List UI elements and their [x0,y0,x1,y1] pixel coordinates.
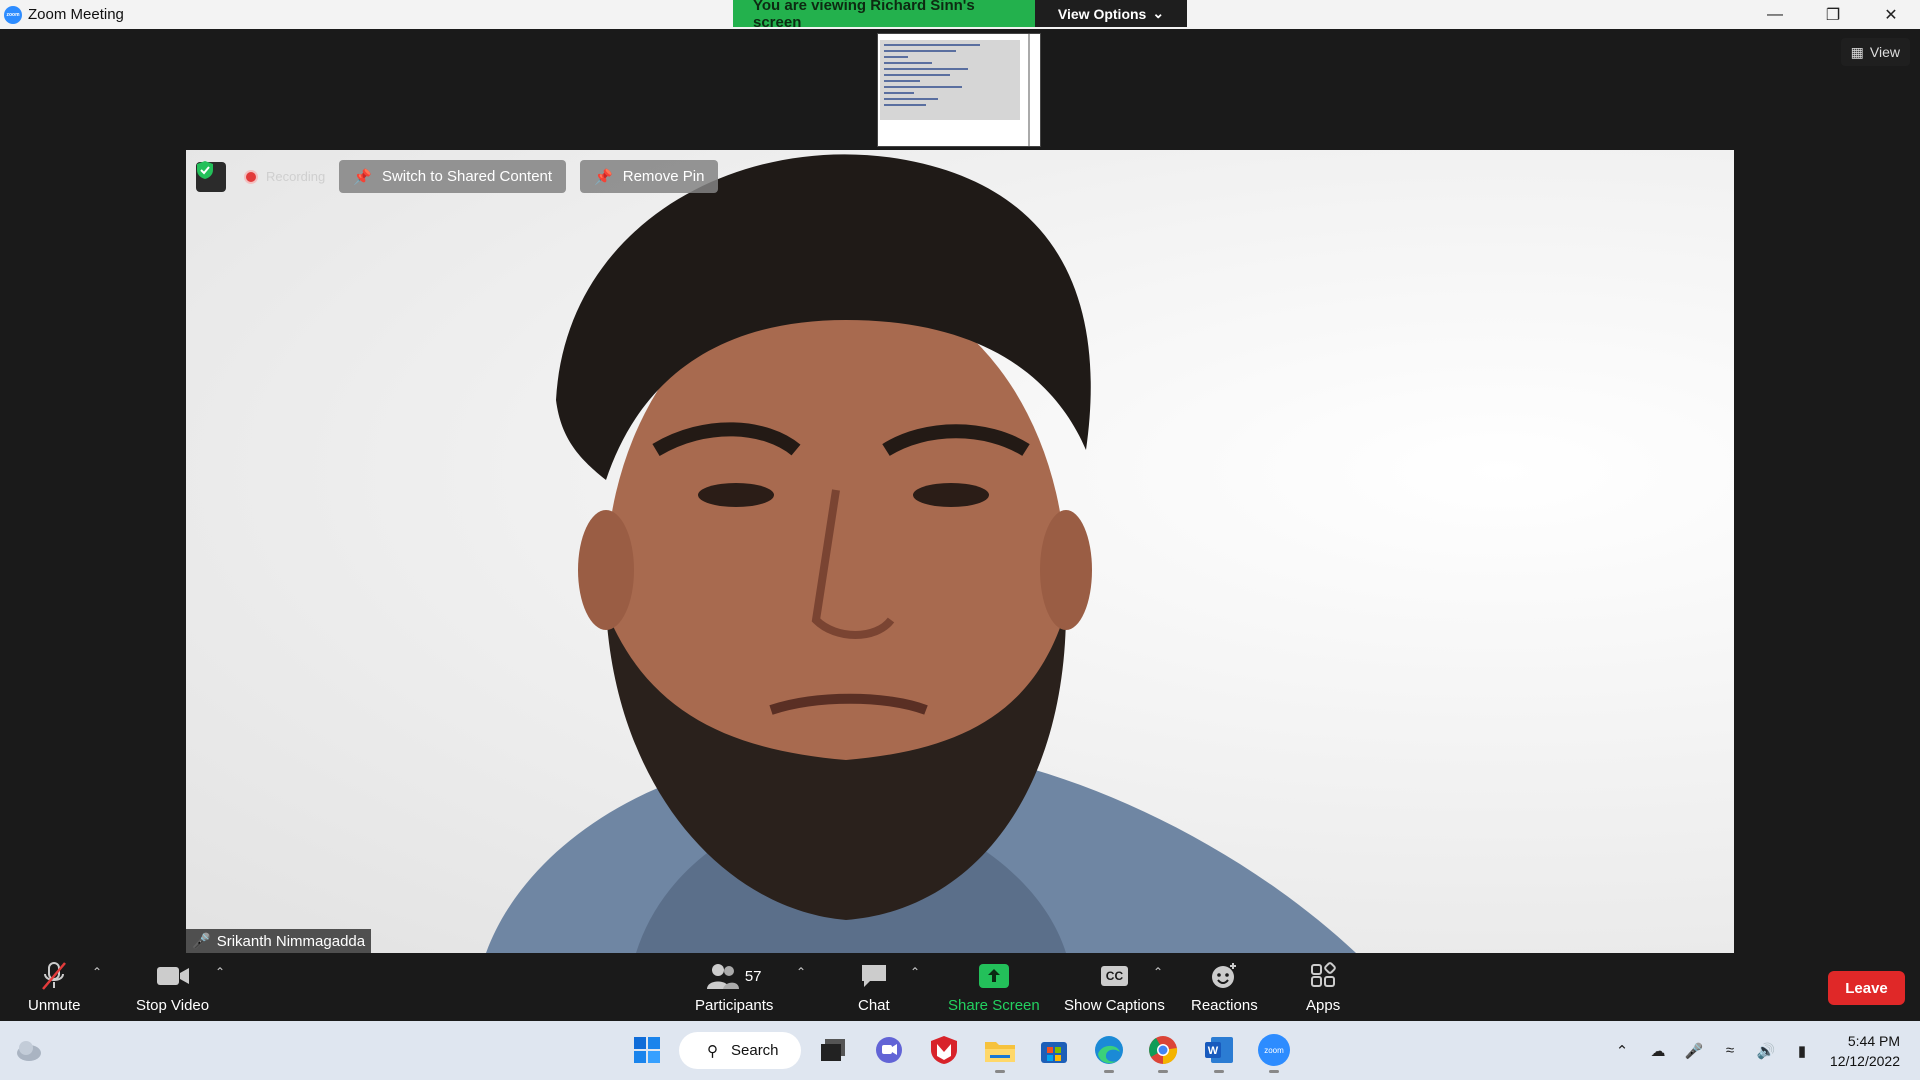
meeting-controls: Unmute ⌃ Stop Video ⌃ 57 Participants ⌃ … [0,953,1920,1021]
windows-taskbar: ⚲ Search W zoom ⌃ ☁ 🎤 ≈ 🔊 ▮ 5:44 PM 12/1… [0,1021,1920,1080]
close-button[interactable]: ✕ [1862,0,1920,29]
audio-options-chevron-icon[interactable]: ⌃ [92,965,102,979]
recording-label: Recording [266,169,326,184]
smiley-plus-icon [1209,959,1239,993]
cc-badge: CC [1100,966,1129,986]
unmute-label: Unmute [28,997,81,1014]
apps-icon [1309,959,1337,993]
thumbnail-scrollbar [1028,34,1030,146]
reactions-label: Reactions [1191,997,1258,1014]
captions-options-chevron-icon[interactable]: ⌃ [1153,965,1163,979]
running-indicator [995,1070,1005,1073]
muted-mic-icon [39,959,69,993]
stop-video-button[interactable]: Stop Video [136,959,209,1014]
view-options-label: View Options [1057,5,1147,22]
recording-dot-icon [244,169,258,184]
grid-view-icon: ▦ [1850,43,1864,60]
zoom-app-icon[interactable]: zoom [1257,1033,1291,1073]
shared-screen-thumbnail[interactable] [877,33,1041,147]
microphone-icon[interactable]: 🎤 [1676,1042,1712,1060]
participants-count: 57 [744,967,762,985]
task-view-icon[interactable] [816,1033,850,1067]
share-screen-icon [978,959,1010,993]
pin-icon: 📌 [353,168,372,186]
chat-button[interactable]: Chat [858,959,890,1014]
running-indicator [1269,1070,1279,1073]
mcafee-shield-icon[interactable] [927,1033,961,1067]
recording-indicator: Recording [244,169,325,184]
reactions-button[interactable]: Reactions [1191,959,1258,1014]
remove-pin-button[interactable]: 📌 Remove Pin [580,160,719,193]
participants-options-chevron-icon[interactable]: ⌃ [796,965,806,979]
svg-text:W: W [1208,1045,1219,1057]
view-options-button[interactable]: View Options ⌄ [1035,0,1187,27]
video-feed-image [486,154,1356,953]
pin-icon: 📌 [594,168,613,186]
minimize-button[interactable]: — [1746,0,1804,29]
search-label: Search [731,1042,779,1059]
windows-start-icon[interactable] [630,1033,664,1067]
battery-icon[interactable]: ▮ [1784,1042,1820,1060]
video-toolbar: Recording 📌 Switch to Shared Content 📌 R… [196,160,719,193]
chevron-down-icon: ⌄ [1152,5,1165,21]
teams-chat-icon[interactable] [872,1033,906,1067]
weather-icon[interactable] [12,1033,46,1067]
apps-label: Apps [1306,997,1341,1014]
stop-video-label: Stop Video [136,997,210,1014]
thumbnail-lines [884,44,1004,110]
video-camera-icon [156,959,190,993]
chat-icon [860,959,888,993]
file-explorer-icon[interactable] [983,1033,1017,1073]
clock-time: 5:44 PM [1847,1032,1900,1049]
running-indicator [1104,1070,1114,1073]
muted-mic-icon: 🎤 [192,933,211,950]
zoom-badge: zoom [1258,1034,1290,1066]
search-icon: ⚲ [707,1042,718,1060]
show-hidden-icons-chevron-icon[interactable]: ⌃ [1604,1042,1640,1060]
leave-button[interactable]: Leave [1828,971,1905,1005]
unmute-button[interactable]: Unmute [28,959,81,1014]
edge-browser-icon[interactable] [1092,1033,1126,1073]
apps-button[interactable]: Apps [1306,959,1340,1014]
show-captions-button[interactable]: CC Show Captions [1064,959,1165,1014]
zoom-logo-icon: zoom [4,5,22,24]
chrome-browser-icon[interactable] [1146,1033,1180,1073]
wifi-icon[interactable]: ≈ [1712,1042,1748,1059]
share-screen-label: Share Screen [948,997,1040,1014]
running-indicator [1158,1070,1168,1073]
show-captions-label: Show Captions [1064,997,1165,1014]
chat-label: Chat [858,997,890,1014]
window-controls: — ❐ ✕ [1746,0,1920,29]
participant-name-tag: 🎤 Srikanth Nimmagadda [186,929,372,953]
running-indicator [1214,1070,1224,1073]
restore-button[interactable]: ❐ [1804,0,1862,29]
viewing-message: You are viewing Richard Sinn's screen [733,0,1035,31]
remove-pin-label: Remove Pin [622,168,705,185]
view-button[interactable]: ▦ View [1840,38,1910,66]
participants-button[interactable]: 57 Participants [695,959,773,1014]
microsoft-store-icon[interactable] [1037,1033,1071,1067]
onedrive-error-icon[interactable]: ☁ [1640,1042,1676,1060]
system-tray: ⌃ ☁ 🎤 ≈ 🔊 ▮ 5:44 PM 12/12/2022 [1604,1021,1920,1080]
participant-name: Srikanth Nimmagadda [216,932,366,950]
video-options-chevron-icon[interactable]: ⌃ [215,965,225,979]
viewing-banner: You are viewing Richard Sinn's screen Vi… [733,0,1187,31]
share-screen-button[interactable]: Share Screen [948,959,1040,1014]
taskbar-search-box[interactable]: ⚲ Search [679,1032,801,1069]
participants-label: Participants [695,997,774,1014]
chat-options-chevron-icon[interactable]: ⌃ [910,965,920,979]
view-label: View [1869,44,1900,60]
clock[interactable]: 5:44 PM 12/12/2022 [1820,1031,1920,1071]
security-shield-icon[interactable] [196,161,226,192]
switch-shared-label: Switch to Shared Content [381,168,553,185]
clock-date: 12/12/2022 [1829,1052,1900,1069]
window-title: Zoom Meeting [28,6,124,23]
switch-to-shared-content-button[interactable]: 📌 Switch to Shared Content [339,160,567,193]
participants-icon: 57 [706,959,762,993]
participant-video[interactable]: Recording 📌 Switch to Shared Content 📌 R… [186,150,1734,953]
closed-captions-icon: CC [1100,959,1129,993]
volume-icon[interactable]: 🔊 [1748,1042,1784,1060]
word-icon[interactable]: W [1202,1033,1236,1073]
